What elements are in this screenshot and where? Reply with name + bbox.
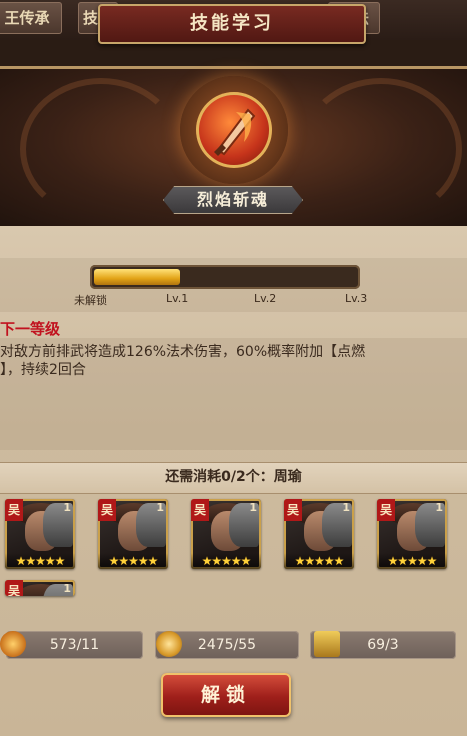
star-rating: ★★★★★ [191, 553, 261, 569]
faction-badge: 吴 [98, 499, 116, 521]
flaming-blade-icon[interactable] [196, 92, 272, 168]
tab-inheritance[interactable]: 王传承 [0, 2, 62, 34]
faction-badge: 吴 [377, 499, 395, 521]
dragon-decoration-right [300, 78, 462, 220]
star-rating: ★★★★★ [5, 553, 75, 569]
unlock-button[interactable]: 解锁 [161, 673, 291, 717]
requirement-text: 还需消耗0/2个：周瑜 [165, 469, 302, 485]
star-rating: ★★★★★ [284, 553, 354, 569]
dragon-decoration-left [20, 78, 182, 220]
next-level-header: 下一等级 [0, 320, 61, 338]
hero-card[interactable]: 吴 1 ★★★★★ [5, 499, 75, 569]
card-number: 1 [63, 582, 71, 595]
level-label-3: Lv.3 [345, 292, 368, 305]
faction-badge: 吴 [5, 580, 23, 596]
hero-card[interactable]: 吴 1 [5, 580, 75, 596]
treasure-chest-icon [314, 631, 340, 657]
level-label-2: Lv.2 [254, 292, 277, 305]
card-number: 1 [63, 501, 71, 514]
level-label-1: Lv.1 [166, 292, 189, 305]
faction-badge: 吴 [284, 499, 302, 521]
card-number: 1 [342, 501, 350, 514]
tab-inheritance-label: 王传承 [4, 9, 50, 27]
level-label-locked: 未解锁 [74, 294, 107, 307]
resource-coin-value: 573/11 [49, 637, 100, 653]
next-level-description: 对敌方前排武将造成126%法术伤害，60%概率附加【点燃 】，持续2回合 [0, 343, 455, 379]
page-title: 技能学习 [190, 13, 274, 34]
dragon-token-icon [156, 631, 182, 657]
faction-badge: 吴 [5, 499, 23, 521]
blade-glyph [214, 108, 256, 156]
coin-icon [0, 631, 26, 657]
hero-card[interactable]: 吴 1 ★★★★★ [377, 499, 447, 569]
description-line-1: 对敌方前排武将造成126%法术伤害，60%概率附加【点燃 [0, 344, 366, 360]
star-rating: ★★★★★ [377, 553, 447, 569]
hero-card[interactable]: 吴 1 ★★★★★ [191, 499, 261, 569]
resource-coin: 573/11 [6, 631, 143, 659]
faction-badge: 吴 [191, 499, 209, 521]
hero-card[interactable]: 吴 1 ★★★★★ [98, 499, 168, 569]
card-number: 1 [156, 501, 164, 514]
star-rating: ★★★★★ [98, 553, 168, 569]
hero-card[interactable]: 吴 1 ★★★★★ [284, 499, 354, 569]
unlock-progress-fill [94, 269, 180, 285]
card-number: 1 [435, 501, 443, 514]
skill-name: 烈焰斩魂 [196, 190, 269, 209]
description-line-2: 】，持续2回合 [0, 362, 86, 378]
card-number: 1 [249, 501, 257, 514]
